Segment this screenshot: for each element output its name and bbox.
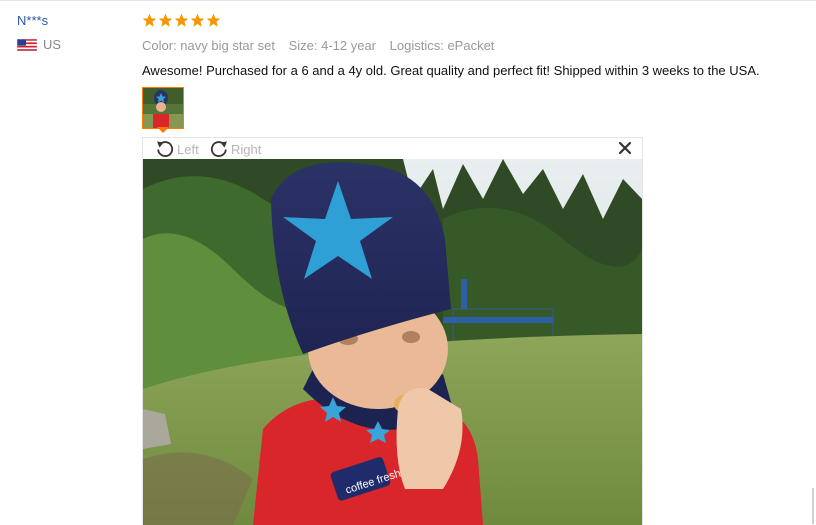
buyer-country: US [17,37,127,52]
viewer-toolbar: Left Right [143,138,642,159]
buyer-name: N***s [17,13,49,28]
thumbnail-selected-indicator [157,127,169,133]
attribute-logistics: Logistics: ePacket [389,38,495,53]
star-icon [142,13,157,27]
us-flag-icon [17,38,37,51]
scrollbar-fragment [812,488,814,524]
top-divider [0,0,816,1]
review-photo: coffee fresh [143,159,642,525]
review-body: Color: navy big star set Size: 4-12 year… [142,12,802,79]
star-icon [174,13,189,27]
rating-stars [142,12,802,29]
image-viewer: Left Right coffee fresh [142,137,643,525]
rotate-left-label: Left [177,141,199,157]
star-icon [206,13,221,27]
rotate-right-button[interactable]: Right [209,139,261,159]
review-comment: Awesome! Purchased for a 6 and a 4y old.… [142,63,760,78]
attribute-color: Color: navy big star set [142,38,275,53]
close-icon[interactable] [618,141,632,155]
buyer-country-label: US [43,37,62,52]
buyer-info: N***s US [17,12,127,52]
star-icon [190,13,205,27]
order-attributes: Color: navy big star set Size: 4-12 year… [142,37,802,54]
rotate-right-label: Right [231,141,262,157]
rotate-right-icon [210,141,227,157]
rotate-left-icon [157,141,174,157]
attribute-size: Size: 4-12 year [288,38,377,53]
review-photo-image: coffee fresh [143,159,642,525]
star-icon [158,13,173,27]
photo-thumbnail[interactable] [142,87,184,137]
rotate-left-button[interactable]: Left [155,139,199,159]
thumbnail-image[interactable] [142,87,184,129]
